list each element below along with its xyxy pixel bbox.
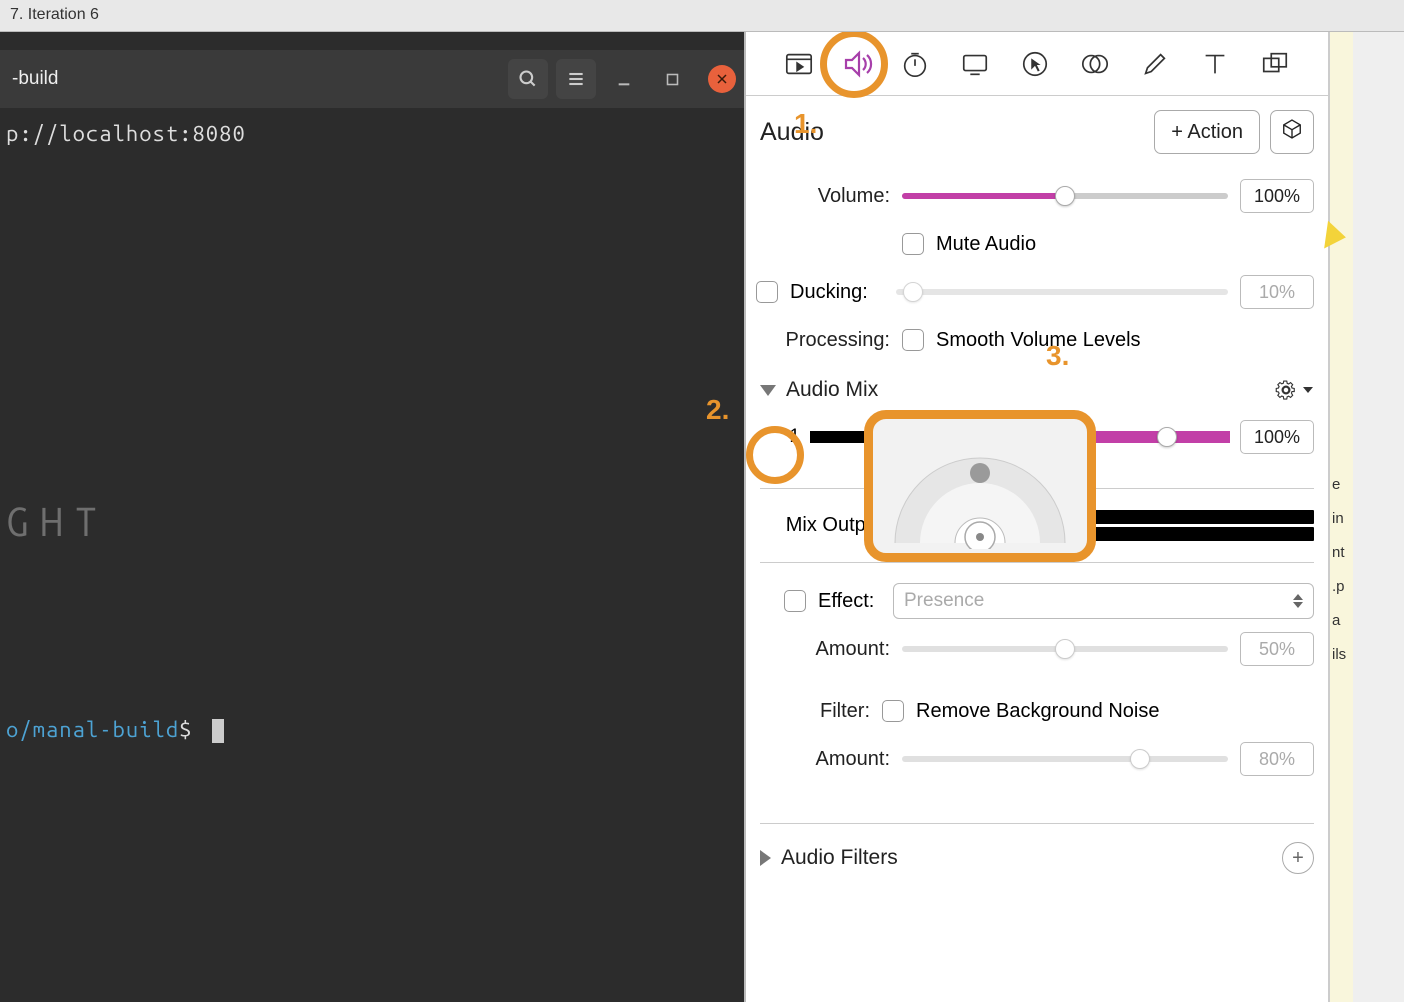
inspector-tab-row — [746, 32, 1328, 96]
terminal-pane: -build p://localhost:8080 — [0, 32, 744, 1002]
cursor-icon — [212, 719, 224, 743]
mute-checkbox[interactable] — [902, 233, 924, 255]
audio-filters-title: Audio Filters — [781, 846, 1282, 870]
maximize-icon[interactable] — [652, 59, 692, 99]
amount2-value: 80% — [1240, 742, 1314, 776]
window-title: 7. Iteration 6 — [10, 6, 99, 23]
timing-tab-icon[interactable] — [898, 47, 932, 81]
add-action-button[interactable]: + Action — [1154, 110, 1260, 154]
screen-tab-icon[interactable] — [958, 47, 992, 81]
terminal-output-line: p://localhost:8080 — [6, 120, 738, 148]
effect-select[interactable]: Presence — [893, 583, 1314, 619]
processing-checkbox[interactable] — [902, 329, 924, 351]
panel-title: Audio — [760, 118, 824, 147]
right-sliver: e in nt .p a ils — [1329, 32, 1353, 1002]
mix-track-number: 1 — [760, 426, 800, 448]
warning-triangle-icon — [1324, 221, 1348, 252]
search-icon[interactable] — [508, 59, 548, 99]
cursor-tab-icon[interactable] — [1018, 47, 1052, 81]
amount2-slider[interactable] — [902, 756, 1228, 762]
processing-label: Processing: — [760, 329, 890, 352]
layers-tab-icon[interactable] — [1258, 47, 1292, 81]
amount1-slider[interactable] — [902, 646, 1228, 652]
callout-tab-icon[interactable] — [1078, 47, 1112, 81]
terminal-header: -build — [0, 50, 744, 108]
updown-icon — [1293, 594, 1303, 608]
volume-value[interactable]: 100% — [1240, 179, 1314, 213]
filter-text: Remove Background Noise — [916, 700, 1159, 723]
cube-icon[interactable] — [1270, 110, 1314, 154]
amount1-value: 50% — [1240, 632, 1314, 666]
filter-label: Filter: — [760, 700, 870, 723]
volume-label: Volume: — [760, 185, 890, 208]
hamburger-icon[interactable] — [556, 59, 596, 99]
window-titlebar: 7. Iteration 6 — [0, 0, 1404, 32]
terminal-window: -build p://localhost:8080 — [0, 50, 744, 1002]
pan-dial-icon[interactable] — [875, 439, 1085, 549]
amount2-label: Amount: — [760, 748, 890, 771]
close-icon[interactable] — [708, 65, 736, 93]
terminal-body[interactable]: p://localhost:8080 GHT o/manal-build$ — [0, 108, 744, 756]
audio-mix-title: Audio Mix — [786, 378, 1274, 402]
audio-tab-icon[interactable] — [842, 47, 876, 81]
video-tab-icon[interactable] — [782, 47, 816, 81]
ducking-checkbox[interactable] — [756, 281, 778, 303]
terminal-prompt: o/manal-build$ — [6, 716, 738, 744]
effect-label: Effect: — [818, 590, 881, 613]
text-tab-icon[interactable] — [1198, 47, 1232, 81]
minimize-icon[interactable] — [604, 59, 644, 99]
gear-menu-button[interactable] — [1274, 378, 1314, 402]
ducking-value: 10% — [1240, 275, 1314, 309]
mute-label: Mute Audio — [936, 233, 1036, 256]
terminal-title: -build — [8, 68, 500, 90]
effect-checkbox[interactable] — [784, 590, 806, 612]
pan-dial-overlay — [864, 410, 1096, 562]
filter-checkbox[interactable] — [882, 700, 904, 722]
terminal-watermark: GHT — [6, 508, 738, 536]
annotate-tab-icon[interactable] — [1138, 47, 1172, 81]
amount1-label: Amount: — [760, 638, 890, 661]
prompt-path: o/manal-build — [6, 717, 179, 742]
ducking-label: Ducking: — [790, 281, 884, 304]
ducking-slider[interactable] — [896, 289, 1228, 295]
prompt-sign: $ — [179, 717, 192, 742]
volume-slider[interactable] — [902, 193, 1228, 199]
mix-track-value[interactable]: 100% — [1240, 420, 1314, 454]
inspector-panel: 1. Audio + Action Volume: 100% — [746, 32, 1329, 1002]
add-filter-button[interactable]: + — [1282, 842, 1314, 874]
disclosure-triangle-right-icon[interactable] — [760, 850, 771, 866]
processing-text: Smooth Volume Levels — [936, 329, 1141, 352]
disclosure-triangle-icon[interactable] — [760, 385, 776, 396]
effect-value: Presence — [904, 590, 984, 612]
